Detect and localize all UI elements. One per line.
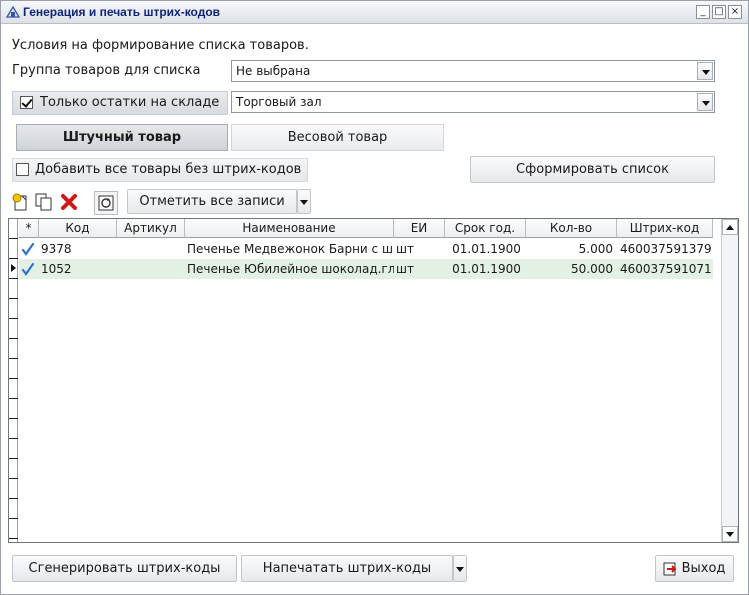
app-icon <box>5 5 21 18</box>
cell-unit: шт <box>396 262 414 276</box>
cell-expiry: 01.01.1900 <box>452 262 521 276</box>
print-options-dropdown[interactable] <box>453 555 467 582</box>
table-row[interactable]: 1052 Печенье Юбилейное шоколад.гл шт 01.… <box>19 259 713 279</box>
group-select[interactable]: Не выбрана <box>231 60 715 82</box>
cell-name: Печенье Юбилейное шоколад.гл <box>187 262 394 276</box>
cell-article <box>119 259 185 279</box>
vertical-scrollbar[interactable] <box>721 219 738 542</box>
current-row-pointer-icon <box>11 264 16 272</box>
chevron-down-icon[interactable] <box>697 62 713 80</box>
refresh-icon <box>98 195 114 211</box>
column-header-qty[interactable]: Кол-во <box>526 219 617 238</box>
cell-code: 9378 <box>41 242 72 256</box>
exit-button[interactable]: Выход <box>655 555 734 582</box>
refresh-button[interactable] <box>94 191 118 215</box>
add-without-barcodes-checkbox[interactable] <box>16 163 29 176</box>
cell-barcode: 460037591071 <box>620 262 712 276</box>
add-without-barcodes-label: Добавить все товары без штрих-кодов <box>35 162 302 177</box>
column-header-name[interactable]: Наименование <box>185 219 394 238</box>
exit-icon <box>663 562 677 576</box>
warehouse-select-value: Торговый зал <box>236 95 322 109</box>
stock-only-label: Только остатки на складе <box>40 95 220 110</box>
mark-all-dropdown[interactable] <box>297 189 311 214</box>
chevron-down-icon[interactable] <box>697 93 713 111</box>
title-bar: Генерация и печать штрих-кодов _ □ × <box>1 1 748 24</box>
cell-barcode: 460037591379 <box>620 242 712 256</box>
goods-table[interactable]: * Код Артикул Наименование ЕИ Срок год. … <box>8 218 739 543</box>
print-barcodes-button[interactable]: Напечатать штрих-коды <box>241 555 453 582</box>
mark-all-button[interactable]: Отметить все записи <box>127 189 297 214</box>
group-label: Группа товаров для списка <box>12 63 201 78</box>
chevron-down-icon <box>300 200 308 205</box>
generate-barcodes-button[interactable]: Сгенерировать штрих-коды <box>12 555 237 582</box>
chevron-up-icon <box>726 225 734 230</box>
minimize-button[interactable]: _ <box>696 5 710 19</box>
column-header-article[interactable]: Артикул <box>117 219 185 238</box>
checkmark-icon[interactable] <box>21 242 35 256</box>
exit-label: Выход <box>681 561 726 576</box>
chevron-down-icon <box>456 567 464 572</box>
barcode-window: Генерация и печать штрих-кодов _ □ × Усл… <box>0 0 749 595</box>
warehouse-select[interactable]: Торговый зал <box>231 91 715 113</box>
column-header-code[interactable]: Код <box>39 219 117 238</box>
cell-qty: 50.000 <box>571 262 613 276</box>
scroll-up-button[interactable] <box>722 219 738 235</box>
tab-weight-goods[interactable]: Весовой товар <box>231 124 444 151</box>
tab-piece-goods[interactable]: Штучный товар <box>16 124 228 151</box>
conditions-heading: Условия на формирование списка товаров. <box>12 38 309 53</box>
cell-code: 1052 <box>41 262 72 276</box>
add-record-icon[interactable] <box>11 192 31 212</box>
table-row[interactable]: 9378 Печенье Медвежонок Барни с ш шт 01.… <box>19 239 713 259</box>
build-list-button[interactable]: Сформировать список <box>470 156 715 183</box>
column-header-unit[interactable]: ЕИ <box>394 219 445 238</box>
chevron-down-icon <box>726 532 734 537</box>
window-title: Генерация и печать штрих-кодов <box>23 5 221 19</box>
column-header-mark[interactable]: * <box>19 219 39 238</box>
row-indicator-column <box>9 219 18 542</box>
stock-only-toggle[interactable]: Только остатки на складе <box>12 91 228 115</box>
scroll-down-button[interactable] <box>722 526 738 542</box>
group-select-value: Не выбрана <box>236 64 311 78</box>
checkmark-icon[interactable] <box>21 262 35 276</box>
close-button[interactable]: × <box>728 5 742 19</box>
column-header-expiry[interactable]: Срок год. <box>445 219 526 238</box>
cell-qty: 5.000 <box>578 242 613 256</box>
cell-unit: шт <box>396 242 414 256</box>
delete-record-icon[interactable] <box>59 192 79 212</box>
copy-record-icon[interactable] <box>34 192 54 212</box>
column-header-barcode[interactable]: Штрих-код <box>617 219 713 238</box>
maximize-button[interactable]: □ <box>712 5 726 19</box>
cell-article <box>119 239 185 259</box>
cell-expiry: 01.01.1900 <box>452 242 521 256</box>
add-without-barcodes-toggle[interactable]: Добавить все товары без штрих-кодов <box>12 158 308 182</box>
stock-only-checkbox[interactable] <box>20 96 33 109</box>
cell-name: Печенье Медвежонок Барни с ш <box>187 242 393 256</box>
